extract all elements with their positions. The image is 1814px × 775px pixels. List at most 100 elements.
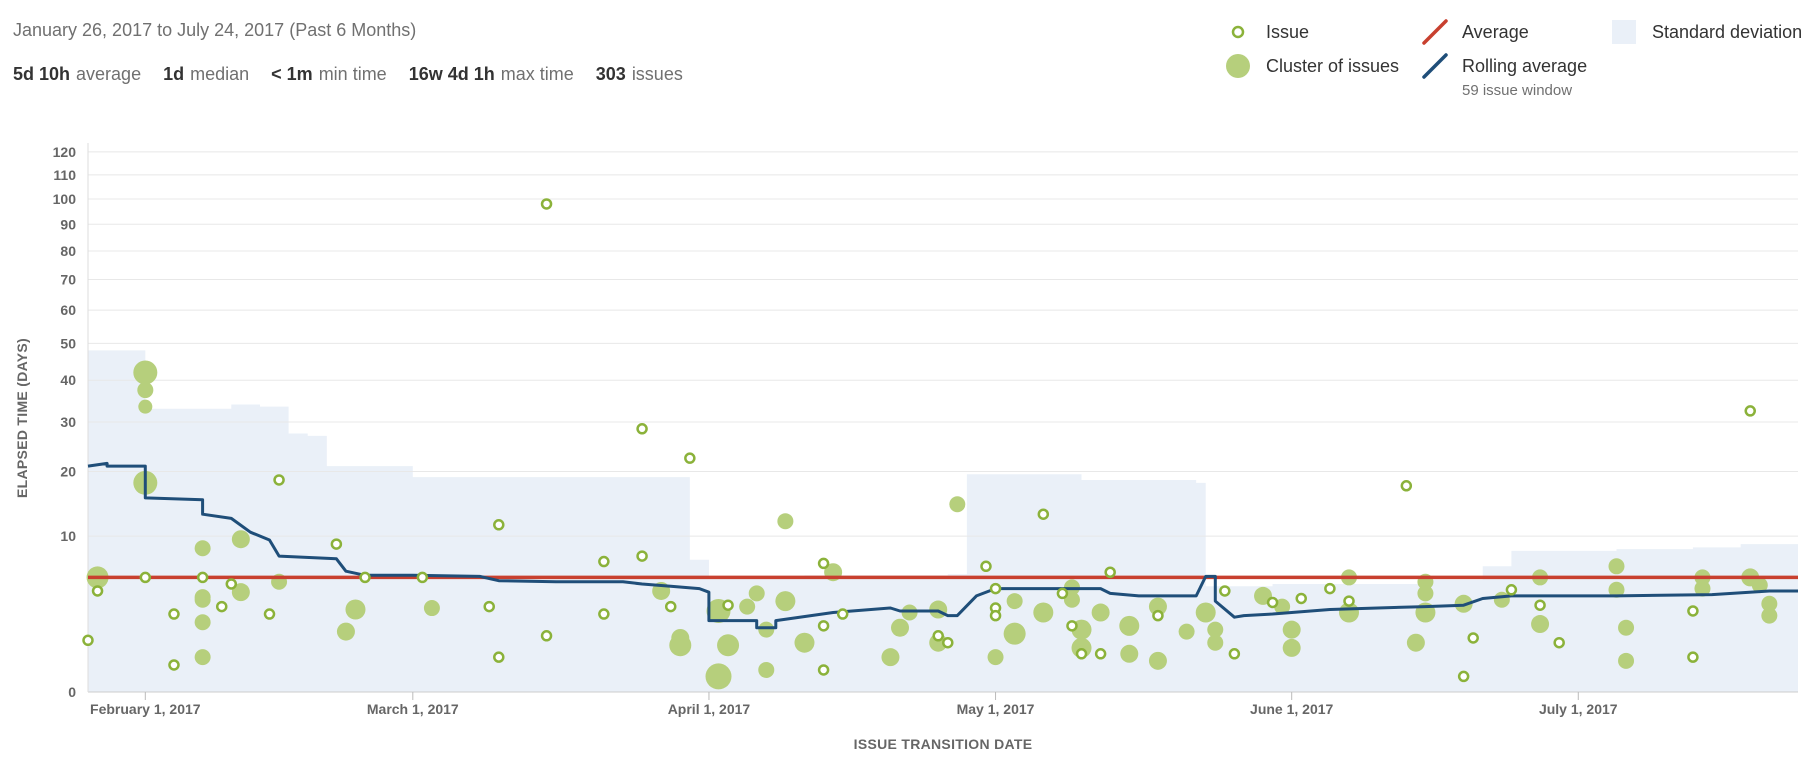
issue-point[interactable] bbox=[540, 630, 553, 642]
issue-point[interactable] bbox=[932, 630, 944, 642]
cluster-point[interactable] bbox=[1120, 644, 1139, 663]
issue-point[interactable] bbox=[168, 659, 180, 671]
issue-point[interactable] bbox=[1104, 566, 1116, 578]
cluster-point[interactable] bbox=[949, 496, 966, 513]
issue-point[interactable] bbox=[598, 555, 610, 568]
issue-point[interactable] bbox=[980, 560, 992, 573]
cluster-point[interactable] bbox=[1493, 591, 1510, 608]
issue-point[interactable] bbox=[1324, 582, 1336, 595]
issue-point[interactable] bbox=[91, 585, 104, 597]
issue-point[interactable] bbox=[1400, 480, 1413, 492]
issue-point[interactable] bbox=[817, 557, 830, 570]
cluster-point[interactable] bbox=[775, 591, 796, 612]
cluster-point[interactable] bbox=[1119, 615, 1140, 636]
issue-point[interactable] bbox=[1534, 599, 1546, 611]
cluster-point[interactable] bbox=[1761, 607, 1778, 624]
cluster-point[interactable] bbox=[1618, 652, 1635, 669]
issue-point[interactable] bbox=[359, 571, 371, 584]
issue-point[interactable] bbox=[664, 600, 677, 613]
cluster-point[interactable] bbox=[1618, 619, 1635, 636]
issue-point[interactable] bbox=[636, 550, 648, 562]
cluster-point[interactable] bbox=[138, 399, 153, 414]
issue-point[interactable] bbox=[722, 599, 734, 611]
issue-point[interactable] bbox=[1467, 632, 1479, 644]
issue-point[interactable] bbox=[82, 634, 94, 647]
issue-point[interactable] bbox=[1219, 585, 1231, 597]
cluster-point[interactable] bbox=[748, 585, 765, 602]
cluster-point[interactable] bbox=[1003, 622, 1026, 645]
cluster-point[interactable] bbox=[1091, 603, 1110, 622]
issue-point[interactable] bbox=[1295, 592, 1307, 605]
cluster-point[interactable] bbox=[1406, 633, 1425, 652]
cluster-point[interactable] bbox=[758, 661, 775, 678]
issue-point[interactable] bbox=[1152, 609, 1164, 622]
issue-point[interactable] bbox=[1505, 584, 1518, 596]
cluster-point[interactable] bbox=[669, 634, 692, 657]
cluster-point[interactable] bbox=[194, 540, 211, 557]
issue-point[interactable] bbox=[493, 519, 505, 531]
issue-point[interactable] bbox=[493, 651, 505, 663]
issue-point[interactable] bbox=[225, 578, 238, 590]
issue-point[interactable] bbox=[636, 423, 648, 435]
issue-point[interactable] bbox=[1553, 636, 1565, 649]
issue-point[interactable] bbox=[416, 571, 429, 584]
control-chart[interactable]: 0 10 20 30 40 50 60 70 80 90 100 110 120 February 1,… bbox=[0, 0, 1814, 775]
issue-point[interactable] bbox=[942, 636, 954, 649]
cluster-point[interactable] bbox=[1608, 558, 1625, 575]
cluster-point[interactable] bbox=[231, 530, 250, 549]
cluster-point[interactable] bbox=[1006, 593, 1023, 610]
issue-point[interactable] bbox=[168, 608, 180, 620]
issue-point[interactable] bbox=[836, 608, 849, 620]
issue-point[interactable] bbox=[817, 664, 830, 676]
issue-point[interactable] bbox=[1266, 596, 1279, 609]
issue-point[interactable] bbox=[989, 609, 1002, 622]
cluster-point[interactable] bbox=[705, 663, 732, 690]
cluster-point[interactable] bbox=[1417, 585, 1434, 602]
issue-point[interactable] bbox=[1056, 587, 1069, 600]
issue-point[interactable] bbox=[263, 608, 276, 620]
cluster-point[interactable] bbox=[1148, 651, 1167, 670]
cluster-point[interactable] bbox=[194, 614, 211, 631]
cluster-point[interactable] bbox=[1178, 623, 1195, 640]
issue-point[interactable] bbox=[540, 198, 553, 210]
cluster-point[interactable] bbox=[133, 360, 158, 385]
issue-point[interactable] bbox=[139, 571, 152, 584]
issue-point[interactable] bbox=[1075, 648, 1088, 660]
cluster-point[interactable] bbox=[423, 600, 440, 617]
issue-point[interactable] bbox=[1687, 651, 1699, 663]
cluster-point[interactable] bbox=[891, 618, 910, 637]
cluster-point[interactable] bbox=[987, 649, 1004, 666]
issue-point[interactable] bbox=[1457, 670, 1470, 683]
issue-point[interactable] bbox=[273, 474, 285, 486]
issue-point[interactable] bbox=[1094, 648, 1107, 660]
cluster-point[interactable] bbox=[1195, 602, 1216, 623]
cluster-point[interactable] bbox=[1531, 615, 1550, 634]
cluster-point[interactable] bbox=[194, 649, 211, 666]
issue-point[interactable] bbox=[1343, 595, 1355, 607]
issue-point[interactable] bbox=[1228, 648, 1241, 660]
cluster-point[interactable] bbox=[739, 598, 756, 615]
cluster-point[interactable] bbox=[901, 604, 918, 621]
issue-point[interactable] bbox=[817, 620, 830, 632]
issue-point[interactable] bbox=[1744, 405, 1756, 417]
issue-point[interactable] bbox=[1687, 605, 1699, 617]
issue-point[interactable] bbox=[1037, 508, 1050, 520]
cluster-point[interactable] bbox=[345, 599, 366, 620]
cluster-point[interactable] bbox=[777, 513, 794, 530]
cluster-point[interactable] bbox=[758, 621, 775, 638]
issue-point[interactable] bbox=[1066, 620, 1078, 632]
cluster-point[interactable] bbox=[1207, 634, 1224, 651]
cluster-point[interactable] bbox=[137, 382, 154, 399]
cluster-point[interactable] bbox=[881, 648, 900, 667]
cluster-point[interactable] bbox=[336, 622, 355, 641]
cluster-point[interactable] bbox=[794, 632, 815, 653]
issue-point[interactable] bbox=[330, 538, 343, 550]
issue-point[interactable] bbox=[989, 582, 1002, 595]
issue-point[interactable] bbox=[196, 571, 209, 584]
issue-point[interactable] bbox=[598, 608, 610, 620]
issue-point[interactable] bbox=[215, 600, 228, 613]
issue-point[interactable] bbox=[684, 452, 696, 464]
cluster-point[interactable] bbox=[194, 589, 211, 606]
cluster-point[interactable] bbox=[1282, 620, 1301, 639]
issue-point[interactable] bbox=[483, 600, 495, 613]
